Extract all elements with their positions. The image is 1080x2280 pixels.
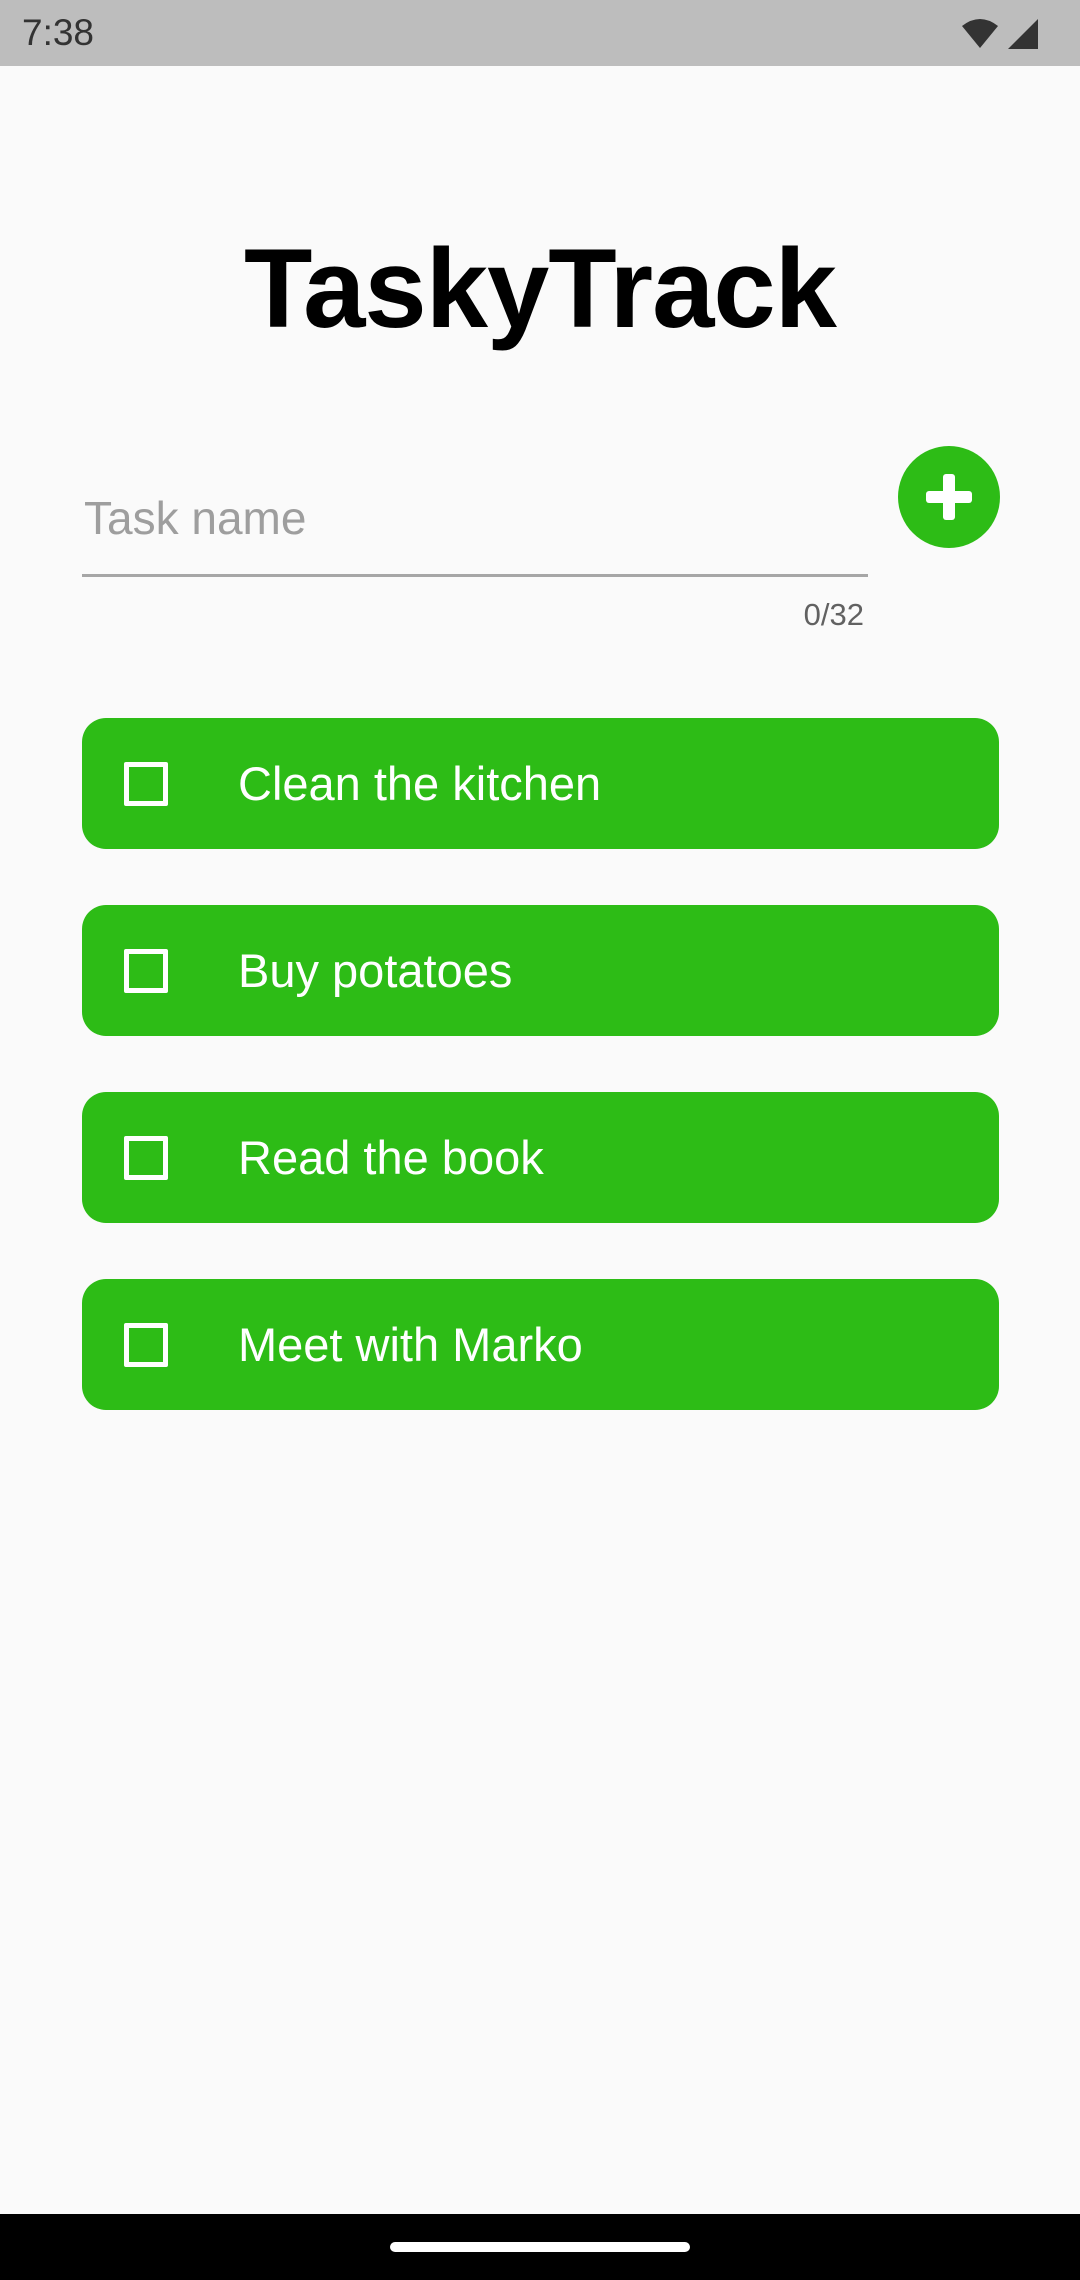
task-name-input[interactable] — [82, 440, 868, 574]
task-checkbox[interactable] — [124, 949, 168, 993]
task-checkbox[interactable] — [124, 762, 168, 806]
add-task-button[interactable] — [898, 446, 1000, 548]
status-icons — [960, 16, 1040, 52]
task-label: Buy potatoes — [238, 944, 513, 997]
app-title: TaskyTrack — [244, 226, 837, 351]
task-input-container — [82, 440, 868, 578]
task-item[interactable]: Clean the kitchen — [82, 718, 999, 849]
cellular-signal-icon — [1008, 19, 1038, 49]
status-time: 7:38 — [22, 12, 95, 53]
navigation-bar — [0, 2214, 1080, 2280]
task-label: Clean the kitchen — [238, 757, 602, 810]
home-gesture-handle[interactable] — [390, 2242, 690, 2252]
input-underline — [82, 574, 868, 577]
task-item[interactable]: Read the book — [82, 1092, 999, 1223]
wifi-icon — [962, 19, 998, 48]
plus-icon — [926, 474, 972, 520]
task-checkbox[interactable] — [124, 1323, 168, 1367]
task-label: Meet with Marko — [238, 1318, 583, 1371]
task-checkbox[interactable] — [124, 1136, 168, 1180]
task-list: Clean the kitchen Buy potatoes Read the … — [82, 718, 999, 1466]
character-counter: 0/32 — [803, 597, 864, 632]
task-item[interactable]: Meet with Marko — [82, 1279, 999, 1410]
status-bar: 7:38 — [0, 0, 1080, 66]
task-label: Read the book — [238, 1131, 544, 1184]
task-item[interactable]: Buy potatoes — [82, 905, 999, 1036]
